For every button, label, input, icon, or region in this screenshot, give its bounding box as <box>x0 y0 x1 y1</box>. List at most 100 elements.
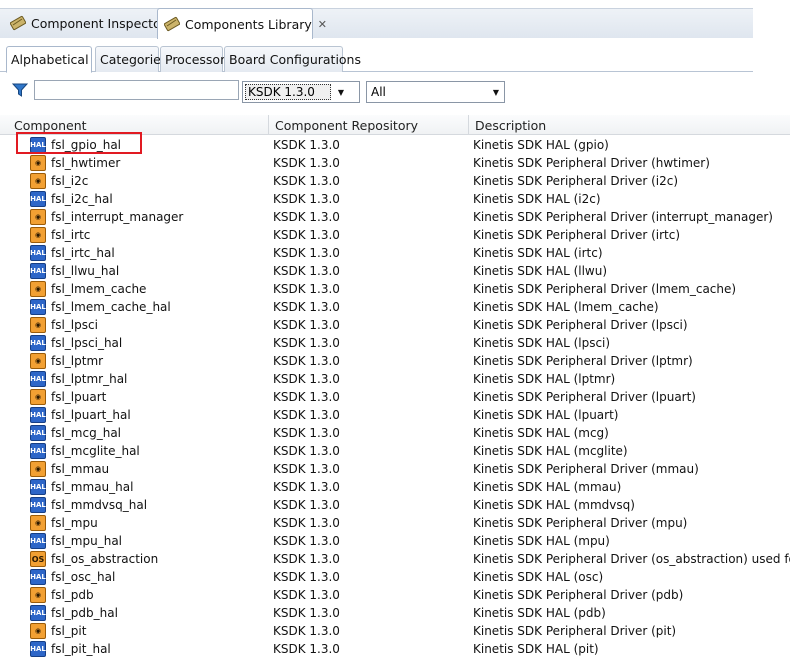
description-cell: Kinetis SDK HAL (mcg) <box>473 426 609 440</box>
table-row[interactable]: ◉ fsl_mpu KSDK 1.3.0 Kinetis SDK Peripheral… <box>0 514 790 532</box>
component-cell: ◉ fsl_interrupt_manager <box>30 208 183 226</box>
tab-components-library[interactable]: Components Library ✕ <box>157 8 327 39</box>
table-row[interactable]: HAL fsl_mcg_hal KSDK 1.3.0 Kinetis SDK HAL … <box>0 424 790 442</box>
tab-label: Components Library <box>185 16 312 32</box>
component-name: fsl_irtc <box>51 228 91 242</box>
column-header-description[interactable]: Description <box>468 115 790 135</box>
table-row[interactable]: HAL fsl_lpuart_hal KSDK 1.3.0 Kinetis SDK H… <box>0 406 790 424</box>
table-row[interactable]: ◉ fsl_lpsci KSDK 1.3.0 Kinetis SDK Peripher… <box>0 316 790 334</box>
table-row[interactable]: HAL fsl_lpsci_hal KSDK 1.3.0 Kinetis SDK HA… <box>0 334 790 352</box>
component-name: fsl_pdb <box>51 588 94 602</box>
component-name: fsl_osc_hal <box>51 570 116 584</box>
table-row[interactable]: ◉ fsl_pit KSDK 1.3.0 Kinetis SDK Peripheral… <box>0 622 790 640</box>
table-row[interactable]: HAL fsl_irtc_hal KSDK 1.3.0 Kinetis SDK HAL… <box>0 244 790 262</box>
editor-tab-bar: Component Inspector Components Library ✕ <box>0 0 753 39</box>
tab-component-inspector[interactable]: Component Inspector <box>4 8 166 38</box>
tab-categories[interactable]: Categories <box>95 46 167 72</box>
component-name: fsl_mpu_hal <box>51 534 123 548</box>
search-input[interactable] <box>34 80 239 100</box>
component-cell: ◉ fsl_lmem_cache <box>30 280 146 298</box>
component-cell: HAL fsl_lpuart_hal <box>30 406 131 424</box>
component-name: fsl_lmem_cache <box>51 282 147 296</box>
description-cell: Kinetis SDK Peripheral Driver (os_abstra… <box>473 552 790 566</box>
hal-component-icon: HAL <box>30 371 46 387</box>
table-row[interactable]: HAL fsl_i2c_hal KSDK 1.3.0 Kinetis SDK HAL … <box>0 190 790 208</box>
hal-component-icon: HAL <box>30 479 46 495</box>
table-row[interactable]: ◉ fsl_lmem_cache KSDK 1.3.0 Kinetis SDK Per… <box>0 280 790 298</box>
component-name: fsl_mcglite_hal <box>51 444 140 458</box>
component-name: fsl_i2c_hal <box>51 192 113 206</box>
component-cell: ◉ fsl_hwtimer <box>30 154 120 172</box>
repository-cell: KSDK 1.3.0 <box>273 480 340 494</box>
close-icon[interactable]: ✕ <box>318 18 327 31</box>
selection-highlight-box <box>16 132 142 154</box>
table-row[interactable]: ◉ fsl_lpuart KSDK 1.3.0 Kinetis SDK Periphe… <box>0 388 790 406</box>
table-row[interactable]: HAL fsl_lmem_cache_hal KSDK 1.3.0 Kinetis S… <box>0 298 790 316</box>
component-cell: ◉ fsl_lptmr <box>30 352 103 370</box>
driver-component-icon: ◉ <box>30 209 46 225</box>
description-cell: Kinetis SDK Peripheral Driver (i2c) <box>473 174 679 188</box>
table-row[interactable]: HAL fsl_lptmr_hal KSDK 1.3.0 Kinetis SDK HA… <box>0 370 790 388</box>
repository-cell: KSDK 1.3.0 <box>273 516 340 530</box>
repository-cell: KSDK 1.3.0 <box>273 264 340 278</box>
component-cell: ◉ fsl_i2c <box>30 172 88 190</box>
table-row[interactable]: ◉ fsl_i2c KSDK 1.3.0 Kinetis SDK Peripheral… <box>0 172 790 190</box>
hal-component-icon: HAL <box>30 299 46 315</box>
table-row[interactable]: ◉ fsl_mmau KSDK 1.3.0 Kinetis SDK Periphera… <box>0 460 790 478</box>
repository-cell: KSDK 1.3.0 <box>273 372 340 386</box>
table-row[interactable]: HAL fsl_mmau_hal KSDK 1.3.0 Kinetis SDK HAL… <box>0 478 790 496</box>
component-list: HAL fsl_gpio_hal KSDK 1.3.0 Kinetis SDK HAL… <box>0 136 790 658</box>
description-cell: Kinetis SDK Peripheral Driver (lmem_cach… <box>473 282 737 296</box>
description-cell: Kinetis SDK HAL (i2c) <box>473 192 601 206</box>
filter-toolbar: KSDK 1.3.0 ▼ All ▼ <box>0 78 760 106</box>
component-cell: HAL fsl_mmau_hal <box>30 478 133 496</box>
table-row[interactable]: HAL fsl_pit_hal KSDK 1.3.0 Kinetis SDK HAL … <box>0 640 790 658</box>
table-row[interactable]: HAL fsl_llwu_hal KSDK 1.3.0 Kinetis SDK HAL… <box>0 262 790 280</box>
table-row[interactable]: OS fsl_os_abstraction KSDK 1.3.0 Kinetis SD… <box>0 550 790 568</box>
description-cell: Kinetis SDK Peripheral Driver (interrupt… <box>473 210 773 224</box>
component-cell: HAL fsl_osc_hal <box>30 568 115 586</box>
description-cell: Kinetis SDK Peripheral Driver (pit) <box>473 624 677 638</box>
component-cell: ◉ fsl_mmau <box>30 460 109 478</box>
repository-cell: KSDK 1.3.0 <box>273 138 340 152</box>
repository-cell: KSDK 1.3.0 <box>273 210 340 224</box>
filter-icon[interactable] <box>11 82 29 98</box>
category-select[interactable]: All ▼ <box>366 81 505 103</box>
description-cell: Kinetis SDK Peripheral Driver (mmau) <box>473 462 699 476</box>
table-row[interactable]: ◉ fsl_pdb KSDK 1.3.0 Kinetis SDK Peripheral… <box>0 586 790 604</box>
driver-component-icon: ◉ <box>30 587 46 603</box>
component-name: fsl_llwu_hal <box>51 264 120 278</box>
table-row[interactable]: HAL fsl_pdb_hal KSDK 1.3.0 Kinetis SDK HAL … <box>0 604 790 622</box>
component-cell: HAL fsl_irtc_hal <box>30 244 115 262</box>
chevron-down-icon: ▼ <box>492 87 500 97</box>
component-name: fsl_lpuart <box>51 390 107 404</box>
tab-alphabetical[interactable]: Alphabetical <box>6 46 92 73</box>
description-cell: Kinetis SDK Peripheral Driver (lpsci) <box>473 318 688 332</box>
repository-cell: KSDK 1.3.0 <box>273 336 340 350</box>
tab-processors[interactable]: Processors <box>160 46 232 72</box>
view-mode-tabs: Alphabetical Categories Processors Board… <box>0 38 753 73</box>
table-row[interactable]: HAL fsl_mmdvsq_hal KSDK 1.3.0 Kinetis SDK H… <box>0 496 790 514</box>
hal-component-icon: HAL <box>30 191 46 207</box>
table-row[interactable]: ◉ fsl_hwtimer KSDK 1.3.0 Kinetis SDK Periph… <box>0 154 790 172</box>
table-row[interactable]: HAL fsl_mpu_hal KSDK 1.3.0 Kinetis SDK HAL … <box>0 532 790 550</box>
description-cell: Kinetis SDK HAL (mmau) <box>473 480 622 494</box>
repository-cell: KSDK 1.3.0 <box>273 624 340 638</box>
description-cell: Kinetis SDK HAL (pdb) <box>473 606 606 620</box>
hal-component-icon: HAL <box>30 425 46 441</box>
table-row[interactable]: ◉ fsl_irtc KSDK 1.3.0 Kinetis SDK Periphera… <box>0 226 790 244</box>
repository-cell: KSDK 1.3.0 <box>273 282 340 296</box>
repository-cell: KSDK 1.3.0 <box>273 426 340 440</box>
table-row[interactable]: ◉ fsl_lptmr KSDK 1.3.0 Kinetis SDK Peripher… <box>0 352 790 370</box>
os-abstraction-icon: OS <box>30 551 46 567</box>
column-header-repository[interactable]: Component Repository <box>268 115 468 135</box>
table-row[interactable]: HAL fsl_mcglite_hal KSDK 1.3.0 Kinetis SDK … <box>0 442 790 460</box>
description-cell: Kinetis SDK Peripheral Driver (mpu) <box>473 516 688 530</box>
sdk-version-select[interactable]: KSDK 1.3.0 ▼ <box>242 81 360 103</box>
driver-component-icon: ◉ <box>30 281 46 297</box>
table-row[interactable]: ◉ fsl_interrupt_manager KSDK 1.3.0 Kinetis … <box>0 208 790 226</box>
table-row[interactable]: HAL fsl_osc_hal KSDK 1.3.0 Kinetis SDK HAL … <box>0 568 790 586</box>
component-name: fsl_lptmr_hal <box>51 372 128 386</box>
tab-board-configurations[interactable]: Board Configurations <box>224 46 361 72</box>
component-cell: HAL fsl_llwu_hal <box>30 262 119 280</box>
